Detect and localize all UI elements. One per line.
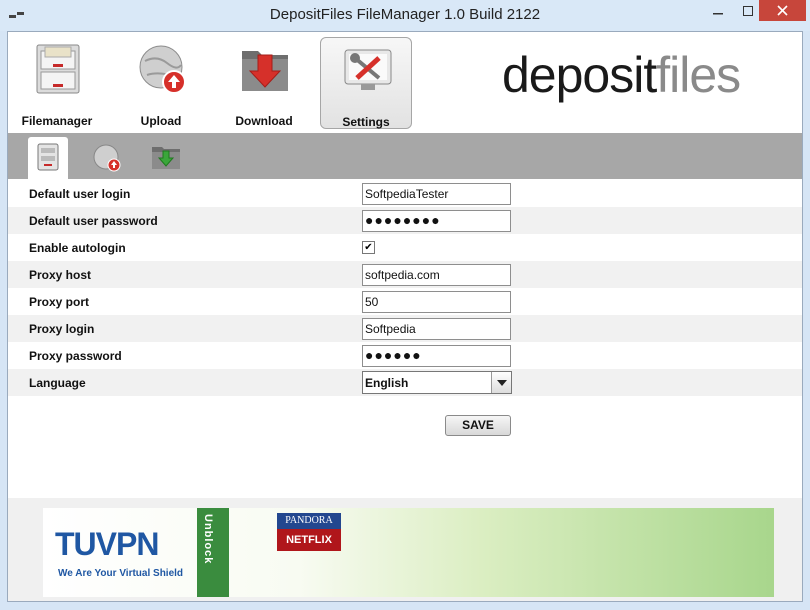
upload-globe-icon [139, 45, 186, 94]
language-label: Language [29, 376, 86, 390]
proxy-port-label: Proxy port [29, 295, 90, 309]
app-client-area: Filemanager Upload Download Settings dep… [7, 31, 803, 602]
filemanager-cabinet-icon [36, 44, 80, 94]
row-proxy-login: Proxy login Softpedia [8, 315, 802, 342]
language-selected-value: English [365, 376, 409, 390]
settings-form: Default user login SoftpediaTester Defau… [8, 180, 802, 396]
globe-upload-icon [93, 144, 121, 172]
tuvpn-tagline: We Are Your Virtual Shield [58, 568, 184, 579]
language-select[interactable]: English [362, 371, 512, 394]
enable-autologin-label: Enable autologin [29, 241, 126, 255]
close-button[interactable] [759, 0, 806, 21]
minimize-button[interactable] [703, 0, 733, 21]
pandora-badge: PANDORA [277, 513, 341, 529]
proxy-password-input[interactable]: ●●●●●● [362, 345, 511, 367]
row-proxy-port: Proxy port 50 [8, 288, 802, 315]
settings-label: Settings [342, 115, 390, 129]
settings-button[interactable]: Settings [320, 37, 412, 129]
proxy-port-input[interactable]: 50 [362, 291, 511, 313]
row-default-user-login: Default user login SoftpediaTester [8, 180, 802, 207]
row-proxy-password: Proxy password ●●●●●● [8, 342, 802, 369]
server-icon [37, 143, 59, 171]
row-enable-autologin: Enable autologin ✔ [8, 234, 802, 261]
ad-area: TUVPN We Are Your Virtual Shield Unblock… [8, 498, 802, 601]
settings-tools-icon [344, 49, 392, 90]
default-user-password-input[interactable]: ●●●●●●●● [362, 210, 511, 232]
chevron-down-icon[interactable] [491, 372, 511, 393]
window-title: DepositFiles FileManager 1.0 Build 2122 [269, 6, 541, 23]
row-default-user-password: Default user password ●●●●●●●● [8, 207, 802, 234]
subtab-download[interactable] [146, 137, 186, 177]
proxy-host-label: Proxy host [29, 268, 92, 282]
upload-button[interactable]: Upload [115, 37, 207, 129]
download-button[interactable]: Download [218, 37, 310, 129]
settings-subtab-bar [8, 133, 802, 179]
proxy-host-input[interactable]: softpedia.com [362, 264, 511, 286]
enable-autologin-checkbox[interactable]: ✔ [362, 241, 375, 254]
download-folder-icon [242, 51, 288, 91]
save-button[interactable]: SAVE [445, 415, 511, 436]
proxy-login-label: Proxy login [29, 322, 95, 336]
folder-download-icon [152, 147, 180, 169]
default-user-login-label: Default user login [29, 187, 131, 201]
download-label: Download [235, 114, 293, 128]
title-bar: DepositFiles FileManager 1.0 Build 2122 [0, 0, 810, 31]
upload-label: Upload [140, 114, 182, 128]
filemanager-button[interactable]: Filemanager [11, 37, 103, 129]
ad-banner[interactable]: TUVPN We Are Your Virtual Shield Unblock… [43, 508, 774, 597]
tuvpn-logo: TUVPN [55, 526, 159, 562]
filemanager-label: Filemanager [21, 114, 93, 128]
unblock-ribbon: Unblock [197, 508, 229, 597]
proxy-login-input[interactable]: Softpedia [362, 318, 511, 340]
depositfiles-logo: depositfiles [502, 47, 741, 103]
default-user-password-label: Default user password [29, 214, 158, 228]
subtab-upload[interactable] [87, 137, 127, 177]
subtab-server[interactable] [28, 137, 68, 179]
row-language: Language English [8, 369, 802, 396]
row-proxy-host: Proxy host softpedia.com [8, 261, 802, 288]
netflix-badge: NETFLIX [277, 529, 341, 551]
proxy-password-label: Proxy password [29, 349, 122, 363]
main-toolbar: Filemanager Upload Download Settings dep… [8, 32, 802, 133]
default-user-login-input[interactable]: SoftpediaTester [362, 183, 511, 205]
